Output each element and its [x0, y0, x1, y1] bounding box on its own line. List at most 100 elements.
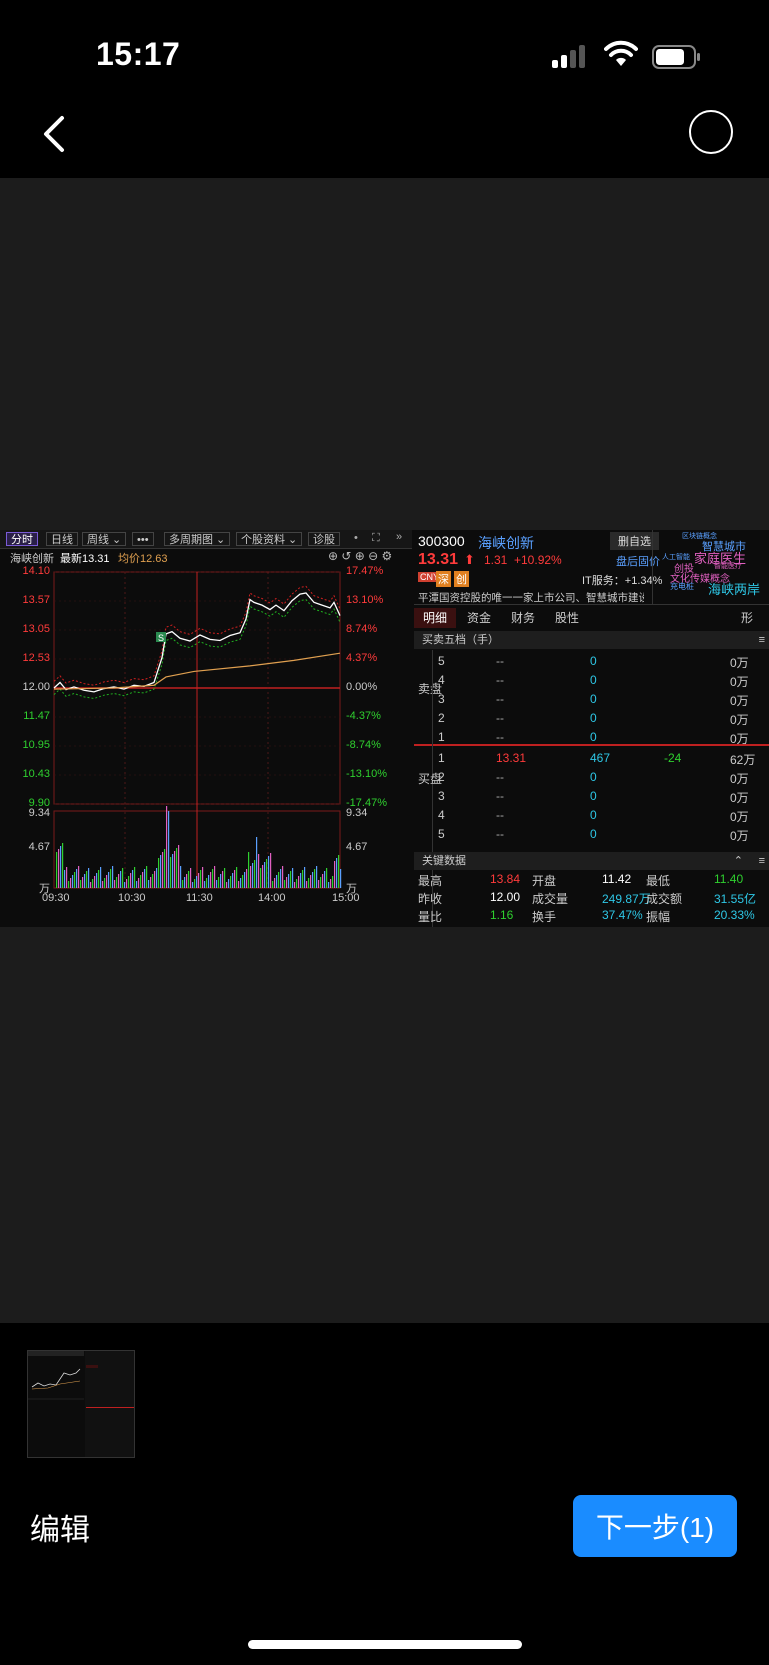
- volume-bar: [76, 869, 78, 888]
- select-circle-button[interactable]: [689, 110, 733, 154]
- signal-icon: [552, 44, 592, 68]
- expand-icon[interactable]: »: [396, 531, 402, 543]
- sell-level-price: --: [496, 692, 504, 706]
- key-value: 249.87万: [602, 892, 651, 906]
- sell-level-row[interactable]: 4 -- 0 0万: [414, 671, 769, 689]
- buy-level-vol: 0: [590, 770, 597, 784]
- volume-bar: [214, 866, 216, 888]
- buy-level-row[interactable]: 1 13.31 467 -24 62万: [414, 749, 769, 767]
- menu-icon-2[interactable]: ≡: [759, 852, 765, 870]
- buy-level-vol: 0: [590, 789, 597, 803]
- volume-bar: [226, 882, 228, 888]
- time-tick: 14:00: [258, 892, 286, 904]
- volume-bar: [264, 862, 266, 888]
- up-arrow-icon: ⬆: [464, 552, 475, 567]
- concept-tag-8[interactable]: 海峡两岸: [708, 579, 760, 598]
- key-label: 成交量: [532, 892, 569, 906]
- nav-bar: [0, 110, 769, 178]
- tab-character[interactable]: 股性: [546, 608, 588, 628]
- tab-intraday[interactable]: 分时: [6, 532, 38, 546]
- sell-level-row[interactable]: 3 -- 0 0万: [414, 690, 769, 708]
- volume-bar: [188, 871, 190, 888]
- concept-tag-9[interactable]: 区块链概念: [682, 531, 717, 541]
- volume-bar: [286, 877, 288, 888]
- volume-bar: [142, 872, 144, 888]
- concept-tag-7[interactable]: 充电桩: [670, 581, 694, 592]
- volume-bar: [222, 871, 224, 888]
- buy-level-row[interactable]: 5 -- 0 0万: [414, 825, 769, 843]
- company-desc: 平潭国资控股的唯一一家上市公司、智慧城市建设...: [418, 592, 644, 604]
- volume-bar: [164, 849, 166, 888]
- vol-tick-right: 4.67: [346, 841, 368, 853]
- tab-funds[interactable]: 资金: [458, 608, 500, 628]
- volume-bar: [302, 870, 304, 888]
- price-tick: 14.10: [22, 565, 50, 577]
- sell-level-row[interactable]: 2 -- 0 0万: [414, 709, 769, 727]
- volume-bar: [316, 866, 318, 888]
- pct-tick: 4.37%: [346, 652, 378, 664]
- volume-bar: [288, 874, 290, 888]
- fullscreen-icon[interactable]: ⛶: [372, 532, 380, 545]
- tab-more[interactable]: 形: [732, 608, 762, 628]
- edit-button[interactable]: 编辑: [30, 1505, 90, 1549]
- volume-bar: [322, 874, 324, 888]
- volume-bar: [86, 871, 88, 888]
- volume-bar: [254, 860, 256, 888]
- multi-period-button[interactable]: 多周期图 ⌄: [164, 532, 231, 546]
- volume-bar: [78, 866, 80, 888]
- volume-bar: [126, 879, 128, 888]
- more-button[interactable]: •••: [132, 532, 154, 546]
- menu-icon[interactable]: ≡: [759, 631, 765, 649]
- after-hours-label[interactable]: 盘后固价: [616, 553, 660, 569]
- stock-info-button[interactable]: 个股资料 ⌄: [236, 532, 303, 546]
- volume-bar: [272, 881, 274, 888]
- back-icon[interactable]: [38, 112, 78, 160]
- volume-bar: [218, 877, 220, 888]
- sell-level-amt: 0万: [730, 694, 749, 708]
- orderbook-header: 买卖五档（手） ≡: [414, 631, 769, 649]
- key-value: 37.47%: [602, 908, 643, 922]
- volume-bar: [132, 870, 134, 888]
- sell-level-vol: 0: [590, 692, 597, 706]
- volume-bar: [144, 869, 146, 888]
- volume-bar: [160, 855, 162, 888]
- buy-level-row[interactable]: 4 -- 0 0万: [414, 806, 769, 824]
- price-tick: 13.57: [22, 594, 50, 606]
- tab-weekly[interactable]: 周线 ⌄: [82, 532, 127, 546]
- sector-change[interactable]: IT服务：+1.34%: [582, 572, 662, 588]
- volume-bar: [208, 875, 210, 888]
- marker-s: S: [158, 633, 164, 643]
- selected-thumbnail[interactable]: [27, 1350, 135, 1458]
- buy-level-amt: 62万: [730, 753, 756, 767]
- volume-bar: [240, 878, 242, 888]
- sell-side-label: 卖盘: [418, 682, 443, 696]
- buy-level-row[interactable]: 2 -- 0 0万: [414, 768, 769, 786]
- sell-level-price: --: [496, 654, 504, 668]
- stock-price: 13.31: [418, 551, 459, 568]
- pct-tick: 13.10%: [346, 594, 384, 606]
- volume-bar: [282, 866, 284, 888]
- volume-bar: [186, 874, 188, 888]
- volume-bar: [162, 852, 164, 888]
- next-step-button[interactable]: 下一步(1): [573, 1495, 737, 1557]
- volume-bar: [242, 875, 244, 888]
- volume-bar: [178, 845, 180, 888]
- volume-bar: [94, 876, 96, 888]
- tab-finance[interactable]: 财务: [502, 608, 544, 628]
- volume-bar: [252, 863, 254, 888]
- sell-level-lvl: 2: [438, 711, 445, 725]
- tab-detail[interactable]: 明细: [414, 608, 456, 628]
- sell-level-row[interactable]: 5 -- 0 0万: [414, 652, 769, 670]
- volume-bar: [62, 843, 64, 888]
- volume-bar: [246, 869, 248, 888]
- buy-level-vol: 0: [590, 808, 597, 822]
- collapse-icon[interactable]: ⌃: [734, 852, 743, 870]
- key-label: 成交额: [646, 892, 683, 906]
- volume-bar: [204, 881, 206, 888]
- tab-daily[interactable]: 日线: [46, 532, 78, 546]
- volume-bar: [228, 879, 230, 888]
- buy-level-row[interactable]: 3 -- 0 0万: [414, 787, 769, 805]
- key-value: 1.16: [490, 908, 514, 922]
- volume-bar: [196, 876, 198, 888]
- diagnose-button[interactable]: 诊股: [308, 532, 340, 546]
